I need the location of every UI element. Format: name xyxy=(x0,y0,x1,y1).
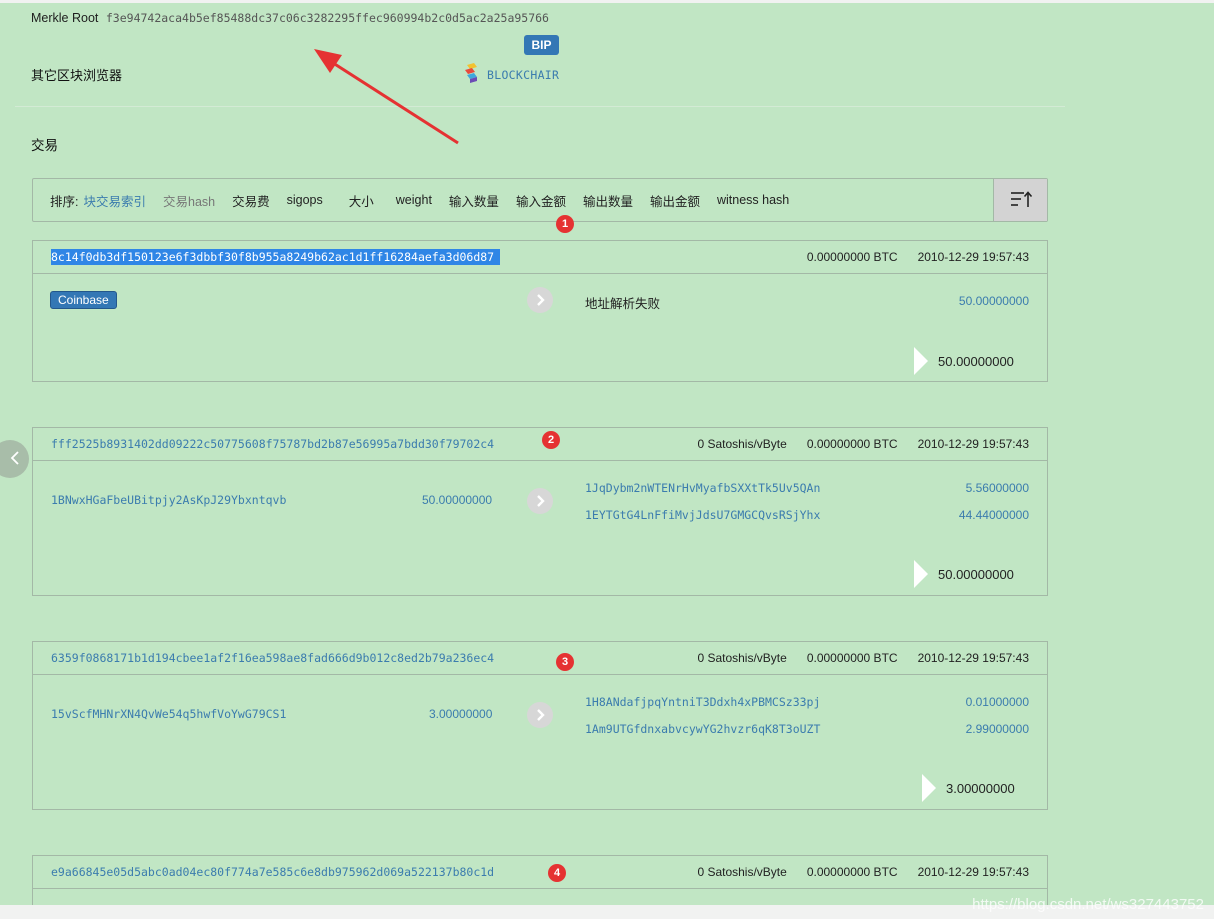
transaction-amount: 0.00000000 BTC xyxy=(806,651,898,665)
transaction-card: 6359f0868171b1d194cbee1af2f16ea598ae8fad… xyxy=(32,641,1048,810)
transaction-time: 2010-12-29 19:57:43 xyxy=(917,651,1029,665)
transaction-meta: 0.00000000 BTC 2010-12-29 19:57:43 xyxy=(807,250,1029,264)
input-address-link[interactable]: 15vScfMHNrXN4QvWe54q5hwfVoYwG79CS1 xyxy=(51,707,286,721)
transaction-meta: 0 Satoshis/vByte 0.00000000 BTC 2010-12-… xyxy=(697,651,1029,665)
divider xyxy=(15,106,1065,107)
sort-option-input-amount[interactable]: 输入金额 xyxy=(516,191,566,210)
annotation-badge-3: 3 xyxy=(556,653,574,671)
sort-option-output-count[interactable]: 输出数量 xyxy=(583,191,633,210)
sort-option-size[interactable]: 大小 xyxy=(349,191,374,210)
transaction-amount: 0.00000000 BTC xyxy=(806,437,898,451)
transaction-card: e9a66845e05d5abc0ad04ec80f774a7e585c6e8d… xyxy=(32,855,1048,905)
transaction-fee-rate: 0 Satoshis/vByte xyxy=(697,865,787,879)
transaction-total-value: 50.00000000 xyxy=(938,353,1014,369)
total-arrow-icon xyxy=(922,774,936,802)
sort-option-weight[interactable]: weight xyxy=(396,193,432,207)
transaction-hash-link[interactable]: e9a66845e05d5abc0ad04ec80f774a7e585c6e8d… xyxy=(51,865,494,879)
sort-direction-button[interactable] xyxy=(993,179,1047,221)
output-amount: 44.44000000 xyxy=(958,508,1029,522)
other-explorers-label: 其它区块浏览器 xyxy=(31,68,123,83)
output-amount: 2.99000000 xyxy=(965,722,1029,736)
output-address-link[interactable]: 1JqDybm2nWTENrHvMyafbSXXtTk5Uv5QAn xyxy=(585,481,820,495)
merkle-root-value: f3e94742aca4b5ef85488dc37c06c3282295ffec… xyxy=(105,11,549,25)
output-amount: 50.00000000 xyxy=(958,294,1029,308)
blockchair-label: BLOCKCHAIR xyxy=(487,67,560,82)
transaction-total: 3.00000000 xyxy=(921,774,1015,802)
transaction-card: 8c14f0db3df150123e6f3dbbf30f8b955a8249b6… xyxy=(32,240,1048,382)
total-arrow-icon xyxy=(914,560,928,588)
bip-badge[interactable]: BIP xyxy=(524,35,559,55)
input-amount: 3.00000000 xyxy=(429,707,493,721)
input-amount: 50.00000000 xyxy=(422,493,493,507)
output-address-link[interactable]: 1Am9UTGfdnxabvcywYG2hvzr6qK8T3oUZT xyxy=(585,722,820,736)
output-parse-failed: 地址解析失败 xyxy=(585,297,661,311)
output-address-link[interactable]: 1EYTGtG4LnFfiMvjJdsU7GMGCQvsRSjYhx xyxy=(585,508,820,522)
transaction-hash-link[interactable]: 6359f0868171b1d194cbee1af2f16ea598ae8fad… xyxy=(51,651,494,665)
transactions-heading: 交易 xyxy=(31,138,58,153)
sort-option-output-amount[interactable]: 输出金额 xyxy=(650,191,700,210)
transaction-total-value: 3.00000000 xyxy=(946,780,1015,796)
transaction-header: fff2525b8931402dd09222c50775608f75787bd2… xyxy=(33,428,1047,461)
transaction-meta: 0 Satoshis/vByte 0.00000000 BTC 2010-12-… xyxy=(697,437,1029,451)
sort-bar: 排序: 块交易索引 交易hash 交易费 sigops 大小 weight 输入… xyxy=(32,178,1048,222)
flow-arrow-icon xyxy=(527,702,553,728)
sort-option-sigops[interactable]: sigops xyxy=(287,193,323,207)
transaction-header: 6359f0868171b1d194cbee1af2f16ea598ae8fad… xyxy=(33,642,1047,675)
sort-option-witness-hash[interactable]: witness hash xyxy=(717,193,789,207)
sort-option-input-count[interactable]: 输入数量 xyxy=(449,191,499,210)
page: Merkle Root f3e94742aca4b5ef85488dc37c06… xyxy=(0,3,1214,905)
total-arrow-icon xyxy=(914,347,928,375)
watermark: https://blog.csdn.net/ws327443752 xyxy=(972,896,1204,913)
transaction-total-value: 50.00000000 xyxy=(938,566,1014,582)
merkle-root-row: Merkle Root f3e94742aca4b5ef85488dc37c06… xyxy=(31,11,549,25)
previous-block-button[interactable] xyxy=(0,440,29,478)
transaction-amount: 0.00000000 BTC xyxy=(806,865,898,879)
flow-arrow-icon xyxy=(527,488,553,514)
annotation-badge-4: 4 xyxy=(548,864,566,882)
transaction-fee-rate: 0 Satoshis/vByte xyxy=(697,651,787,665)
annotation-badge-1: 1 xyxy=(556,215,574,233)
transaction-fee-rate: 0 Satoshis/vByte xyxy=(697,437,787,451)
transaction-total: 50.00000000 xyxy=(913,347,1014,375)
transaction-amount: 0.00000000 BTC xyxy=(806,250,898,264)
transaction-card: fff2525b8931402dd09222c50775608f75787bd2… xyxy=(32,427,1048,596)
annotation-arrow-icon xyxy=(314,49,459,145)
coinbase-badge: Coinbase xyxy=(50,291,117,309)
merkle-root-label: Merkle Root xyxy=(31,11,99,25)
transaction-time: 2010-12-29 19:57:43 xyxy=(917,250,1029,264)
sort-option-block-index[interactable]: 块交易索引 xyxy=(83,191,146,210)
output-amount: 5.56000000 xyxy=(965,481,1029,495)
transaction-meta: 0 Satoshis/vByte 0.00000000 BTC 2010-12-… xyxy=(697,865,1029,879)
transaction-hash-link[interactable]: 8c14f0db3df150123e6f3dbbf30f8b955a8249b6… xyxy=(51,249,501,265)
annotation-badge-2: 2 xyxy=(542,431,560,449)
sort-option-fee[interactable]: 交易费 xyxy=(232,191,270,210)
transaction-time: 2010-12-29 19:57:43 xyxy=(917,437,1029,451)
transaction-hash-link[interactable]: fff2525b8931402dd09222c50775608f75787bd2… xyxy=(51,437,494,451)
flow-arrow-icon xyxy=(527,287,553,313)
sort-option-tx-hash[interactable]: 交易hash xyxy=(163,191,215,210)
output-amount: 0.01000000 xyxy=(965,695,1029,709)
output-address-link[interactable]: 1H8ANdafjpqYntniT3Ddxh4xPBMCSz33pj xyxy=(585,695,820,709)
transaction-header: e9a66845e05d5abc0ad04ec80f774a7e585c6e8d… xyxy=(33,856,1047,889)
transaction-time: 2010-12-29 19:57:43 xyxy=(917,865,1029,879)
sort-label: 排序: xyxy=(50,194,79,209)
transaction-total: 50.00000000 xyxy=(913,560,1014,588)
blockchair-link[interactable]: BLOCKCHAIR xyxy=(464,63,559,86)
input-address-link[interactable]: 1BNwxHGaFbeUBitpjy2AsKpJ29Ybxntqvb xyxy=(51,493,286,507)
transaction-header: 8c14f0db3df150123e6f3dbbf30f8b955a8249b6… xyxy=(33,241,1047,274)
chevron-left-icon xyxy=(0,450,21,469)
sort-ascending-icon xyxy=(1010,190,1032,211)
